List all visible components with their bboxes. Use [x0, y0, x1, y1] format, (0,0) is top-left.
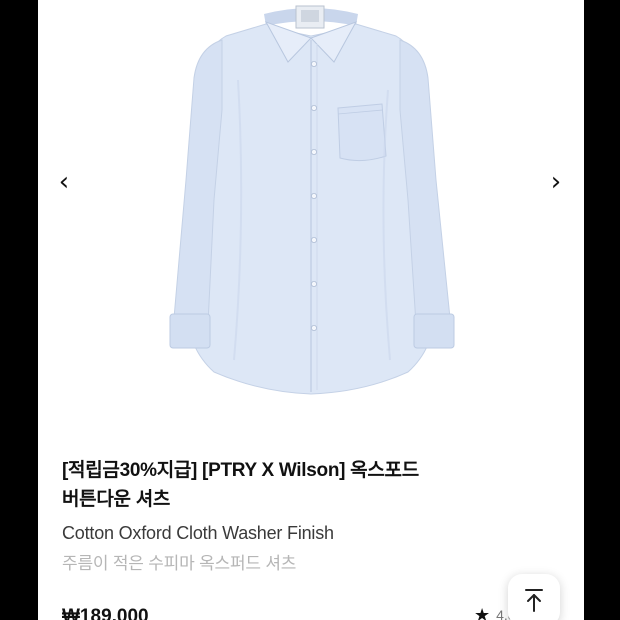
product-subtitle: Cotton Oxford Cloth Washer Finish — [62, 523, 334, 543]
product-screen: ‹ › [적립금30%지급] [PTRY X Wilson] 옥스포드 버튼다운… — [38, 0, 584, 620]
arrow-up-to-top-icon — [525, 589, 543, 612]
scroll-to-top-button[interactable] — [508, 574, 560, 620]
product-description: 주름이 적은 수피마 옥스퍼드 셔츠 — [62, 554, 297, 573]
product-image — [169, 5, 455, 395]
product-title: [적립금30%지급] [PTRY X Wilson] 옥스포드 버튼다운 셔츠 — [62, 456, 562, 514]
chevron-right-icon[interactable]: › — [544, 166, 568, 198]
product-image-gallery[interactable]: ‹ › — [38, 0, 584, 420]
product-price: ₩189,000 — [62, 606, 149, 620]
star-icon: ★ — [474, 605, 491, 620]
product-title-line2: 버튼다운 셔츠 — [62, 489, 171, 510]
chevron-left-icon[interactable]: ‹ — [52, 166, 76, 198]
product-info: [적립금30%지급] [PTRY X Wilson] 옥스포드 버튼다운 셔츠 … — [62, 456, 562, 575]
product-title-line1: [적립금30%지급] [PTRY X Wilson] 옥스포드 — [62, 460, 419, 481]
